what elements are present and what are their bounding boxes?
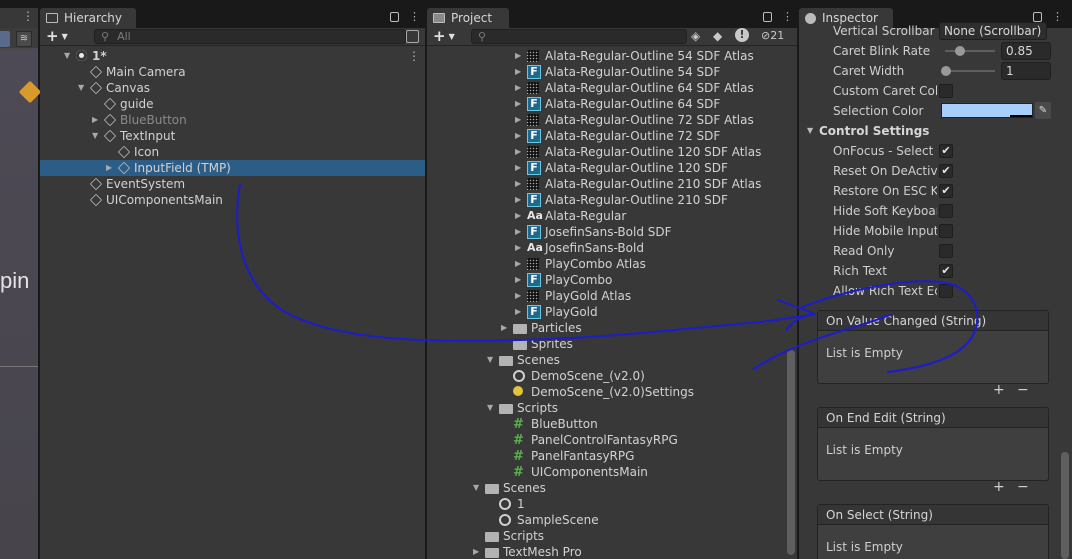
annotation-stroke xyxy=(236,183,979,373)
annotation-overlay xyxy=(236,183,979,373)
